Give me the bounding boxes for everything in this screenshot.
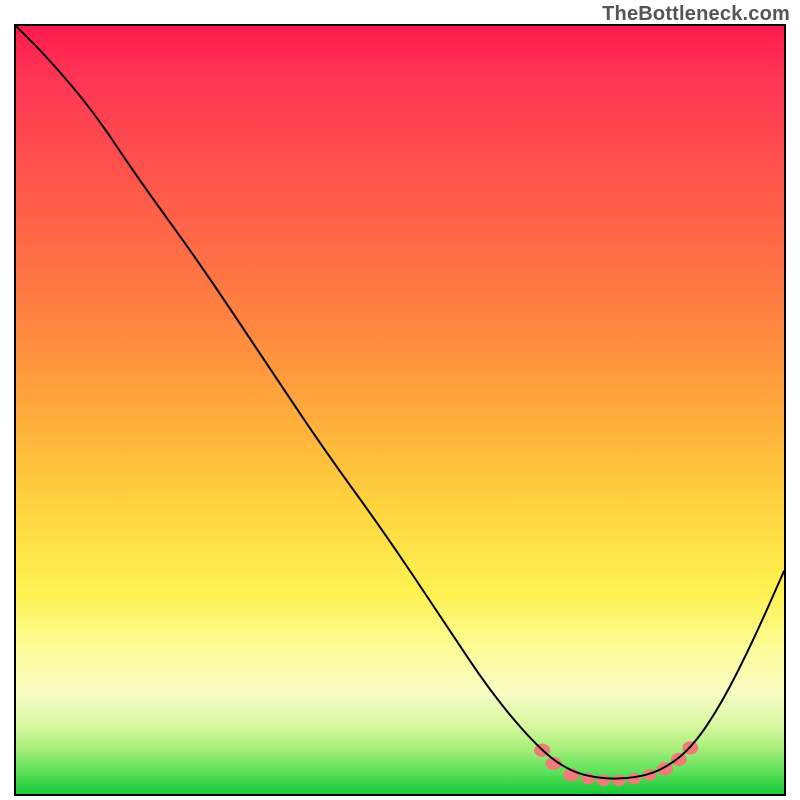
watermark-label: TheBottleneck.com: [602, 3, 790, 26]
plot-frame: [14, 24, 786, 796]
heat-gradient-background: [16, 26, 784, 794]
chart-stage: TheBottleneck.com: [0, 0, 800, 800]
